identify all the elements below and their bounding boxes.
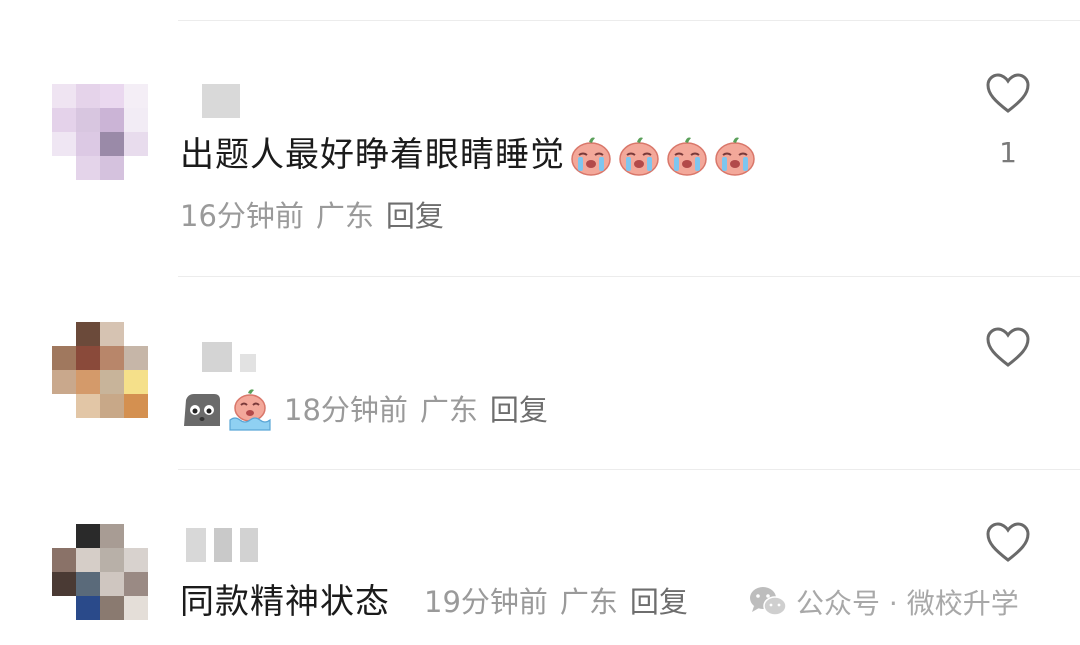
heart-icon[interactable] (985, 521, 1031, 563)
rock-face-emoji (184, 394, 220, 426)
crying-in-water-emoji (229, 389, 271, 431)
reply-button[interactable]: 回复 (386, 198, 444, 234)
comment-meta: 19分钟前 广东 回复 (424, 584, 688, 620)
reply-button[interactable]: 回复 (490, 392, 548, 428)
avatar[interactable] (52, 322, 148, 418)
crying-emoji (619, 137, 659, 176)
watermark: 公众号 · 微校升学 (748, 582, 1019, 622)
comment-meta: 18分钟前 广东 回复 (180, 388, 548, 432)
avatar[interactable] (52, 524, 148, 620)
heart-icon[interactable] (985, 326, 1031, 368)
comment-time: 18分钟前 (284, 393, 408, 427)
watermark-text: 公众号 · 微校升学 (796, 587, 1019, 620)
comment-location: 广东 (559, 585, 618, 619)
comment-divider (178, 469, 1080, 470)
like-count: 1 (999, 136, 1017, 169)
comment-divider (178, 20, 1080, 21)
username-masked[interactable] (186, 528, 258, 562)
comment-location: 广东 (419, 393, 478, 427)
username-masked[interactable] (202, 342, 256, 372)
comment-time: 16分钟前 (180, 199, 304, 233)
heart-icon[interactable] (985, 72, 1031, 114)
comment-time: 19分钟前 (424, 585, 548, 619)
comment-location: 广东 (315, 199, 374, 233)
crying-emoji (715, 137, 755, 176)
comment-meta: 16分钟前 广东 回复 (180, 198, 444, 234)
reply-button[interactable]: 回复 (630, 584, 688, 620)
username-masked[interactable] (202, 84, 240, 118)
wechat-icon (750, 587, 787, 616)
comment-divider (178, 276, 1080, 277)
comment-text: 同款精神状态 (180, 582, 390, 622)
crying-emoji (667, 137, 707, 176)
crying-emoji (571, 137, 611, 176)
avatar[interactable] (52, 84, 148, 180)
comment-text: 出题人最好睁着眼睛睡觉 (180, 133, 757, 177)
